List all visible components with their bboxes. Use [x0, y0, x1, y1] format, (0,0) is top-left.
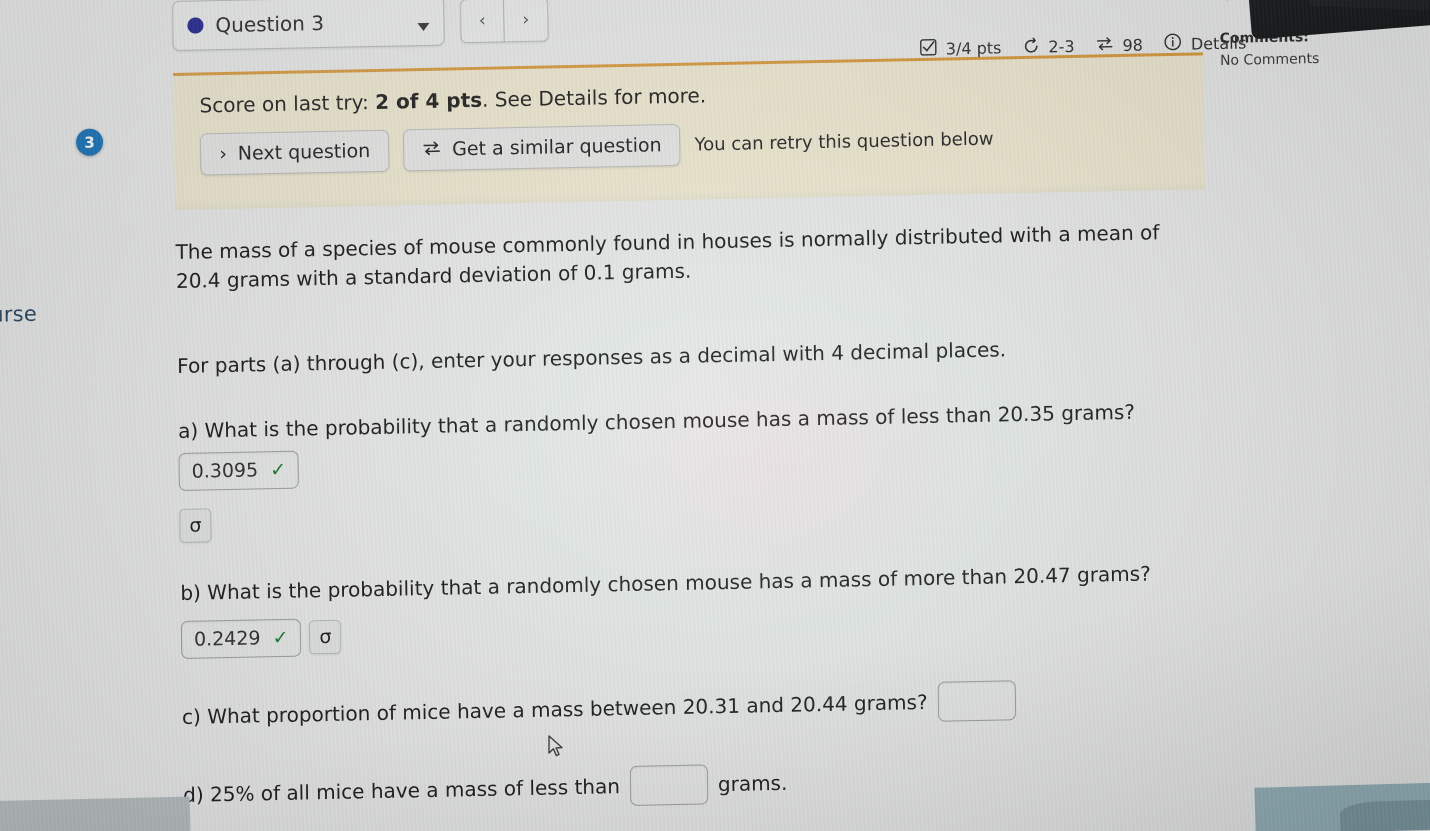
grade-panel: Grade: 8.77777a (14 p Graded Anonymously…	[1219, 0, 1430, 69]
question-status-dot	[187, 17, 204, 34]
score-prefix: Score on last try:	[199, 89, 376, 118]
get-similar-question-label: Get a similar question	[452, 134, 662, 161]
points-checkbox-icon	[920, 38, 937, 59]
part-a-calculator-button[interactable]: σ	[179, 508, 212, 543]
score-message: Score on last try: 2 of 4 pts. See Detai…	[199, 73, 1203, 117]
retry-note: You can retry this question below	[694, 128, 994, 156]
info-icon[interactable]	[1164, 33, 1182, 55]
question-selector[interactable]: Question 3	[172, 0, 445, 52]
question-pager: ‹ ›	[460, 0, 549, 44]
chevron-right-icon: ›	[219, 142, 227, 166]
question-body: The mass of a species of mouse commonly …	[175, 218, 1195, 831]
chevron-down-icon	[417, 22, 430, 32]
score-banner: Score on last try: 2 of 4 pts. See Detai…	[173, 52, 1205, 202]
previous-question-button[interactable]: ‹	[460, 0, 505, 44]
part-c-answer-input[interactable]	[937, 680, 1016, 722]
main-content: Question 3 ‹ › Score on last try: 2 of 4…	[172, 0, 1286, 831]
part-d-prompt-after: grams.	[717, 770, 788, 797]
details-link[interactable]: Details	[1191, 33, 1247, 53]
graded-anonymously-label: Graded Anonymously	[1219, 0, 1430, 5]
part-b-answer-input[interactable]: 0.2429 ✓	[180, 618, 302, 659]
part-a-answer-input[interactable]: 0.3095 ✓	[178, 450, 300, 491]
part-b-answer-value: 0.2429	[193, 627, 261, 651]
refresh-icon	[422, 139, 441, 161]
next-question-button[interactable]: ›	[504, 0, 549, 43]
attempts-value: 2-3	[1048, 36, 1075, 56]
sidebar-badge-count: 3	[75, 128, 104, 156]
versions-swap-icon	[1095, 36, 1113, 55]
part-d-answer-input[interactable]	[629, 764, 709, 806]
score-value: 2 of 4 pts	[374, 87, 483, 114]
attempts-undo-icon	[1022, 36, 1039, 57]
screen-surface: nts 3 t ey/course Question 3 ‹ ›	[0, 0, 1430, 831]
question-selector-label: Question 3	[215, 10, 325, 38]
sidebar-item-survey-course[interactable]: ey/course	[0, 302, 37, 328]
comments-header: Comments:	[1219, 29, 1309, 47]
versions-value: 98	[1122, 35, 1144, 55]
next-question-button-banner[interactable]: › Next question	[199, 129, 390, 176]
check-icon: ✓	[269, 458, 287, 482]
screen-photo: nts 3 t ey/course Question 3 ‹ ›	[0, 0, 1430, 831]
comments-value: No Comments	[1219, 50, 1320, 69]
part-b-calculator-button[interactable]: σ	[309, 619, 342, 655]
part-c-prompt: c) What proportion of mice have a mass b…	[181, 689, 928, 729]
check-icon: ✓	[272, 626, 289, 650]
banner-actions: › Next question Get a similar question Y…	[199, 113, 1204, 176]
part-d-prompt-before: d) 25% of all mice have a mass of less t…	[183, 774, 621, 807]
part-a-answer-value: 0.3095	[191, 459, 259, 483]
get-similar-question-button[interactable]: Get a similar question	[402, 123, 681, 172]
left-sidebar: nts 3 t ey/course	[0, 0, 121, 831]
score-suffix: . See Details for more.	[481, 83, 707, 112]
points-value: 3/4 pts	[945, 37, 1002, 58]
next-question-label: Next question	[237, 140, 371, 165]
